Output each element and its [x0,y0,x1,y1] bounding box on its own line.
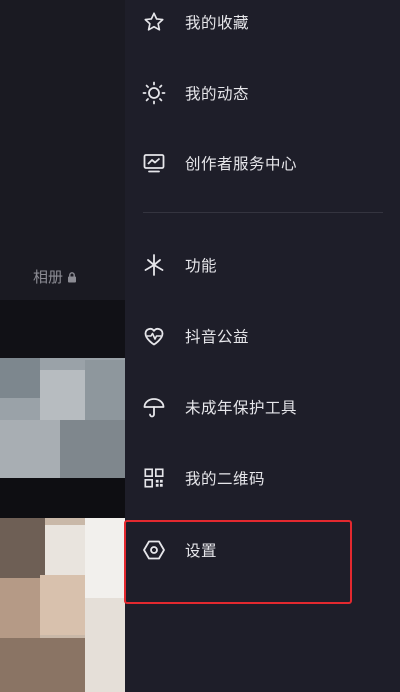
menu-item-creator-center[interactable]: 创作者服务中心 [125,136,400,190]
chart-monitor-icon [142,151,166,175]
menu-item-favorites[interactable]: 我的收藏 [125,0,400,49]
menu-label-favorites: 我的收藏 [185,14,250,32]
menu-label-activity: 我的动态 [185,85,250,103]
menu-item-qr-code[interactable]: 我的二维码 [125,451,400,505]
menu-item-features[interactable]: 功能 [125,238,400,292]
sun-icon [142,81,166,105]
menu-label-qr-code: 我的二维码 [185,470,266,488]
star-icon [142,10,166,34]
profile-background: 相册 [0,0,125,692]
menu-divider [143,212,383,213]
settings-highlight-box [124,520,352,604]
umbrella-icon [142,395,166,419]
menu-label-charity: 抖音公益 [185,328,250,346]
menu-label-minor-protection: 未成年保护工具 [185,399,298,417]
album-tab[interactable]: 相册 [33,266,77,287]
menu-item-charity[interactable]: 抖音公益 [125,309,400,363]
qr-code-icon [142,466,166,490]
menu-label-creator-center: 创作者服务中心 [185,155,298,173]
sparkle-icon [142,253,166,277]
profile-header-blur [0,0,125,300]
blurred-photo-grid [0,300,125,692]
menu-item-minor-protection[interactable]: 未成年保护工具 [125,380,400,434]
heart-pulse-icon [142,324,166,348]
lock-icon [67,271,77,282]
album-label: 相册 [33,268,64,286]
menu-item-activity[interactable]: 我的动态 [125,66,400,120]
menu-label-features: 功能 [185,257,218,275]
